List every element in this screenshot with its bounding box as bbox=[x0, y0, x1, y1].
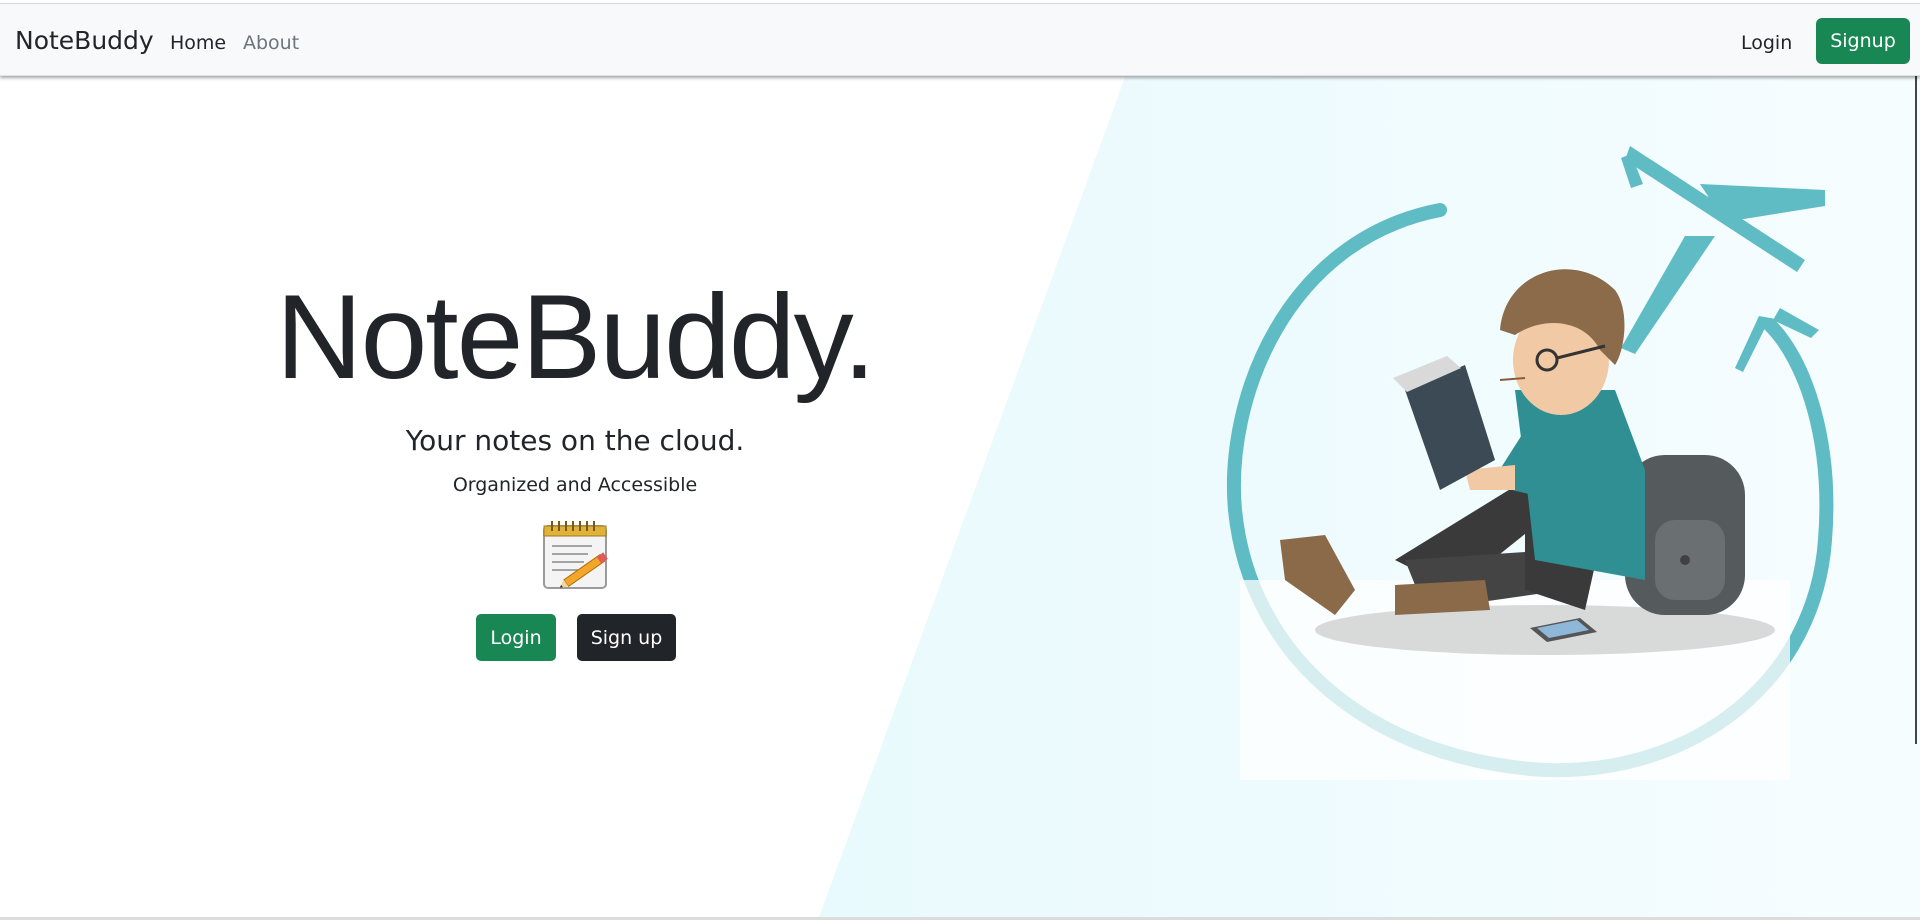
student-reading-illustration bbox=[1227, 146, 1834, 780]
nav-login-link[interactable]: Login bbox=[1741, 32, 1792, 54]
hero-subtitle: Your notes on the cloud. bbox=[405, 424, 745, 457]
nav-link-home[interactable]: Home bbox=[170, 32, 226, 54]
notepad-pencil-icon bbox=[543, 521, 608, 589]
nav-signup-button[interactable]: Signup bbox=[1816, 18, 1910, 64]
hero-tagline: Organized and Accessible bbox=[452, 474, 698, 496]
navbar-brand[interactable]: NoteBuddy bbox=[15, 26, 154, 55]
hero-title: NoteBuddy. bbox=[275, 270, 876, 404]
airplane-icon bbox=[1621, 146, 1825, 372]
navbar: NoteBuddy Home About Login Signup bbox=[0, 4, 1920, 76]
hero-signup-button[interactable]: Sign up bbox=[577, 614, 676, 661]
hero-login-button[interactable]: Login bbox=[476, 614, 556, 661]
window-edge bbox=[1915, 4, 1917, 744]
nav-link-about[interactable]: About bbox=[243, 32, 299, 54]
